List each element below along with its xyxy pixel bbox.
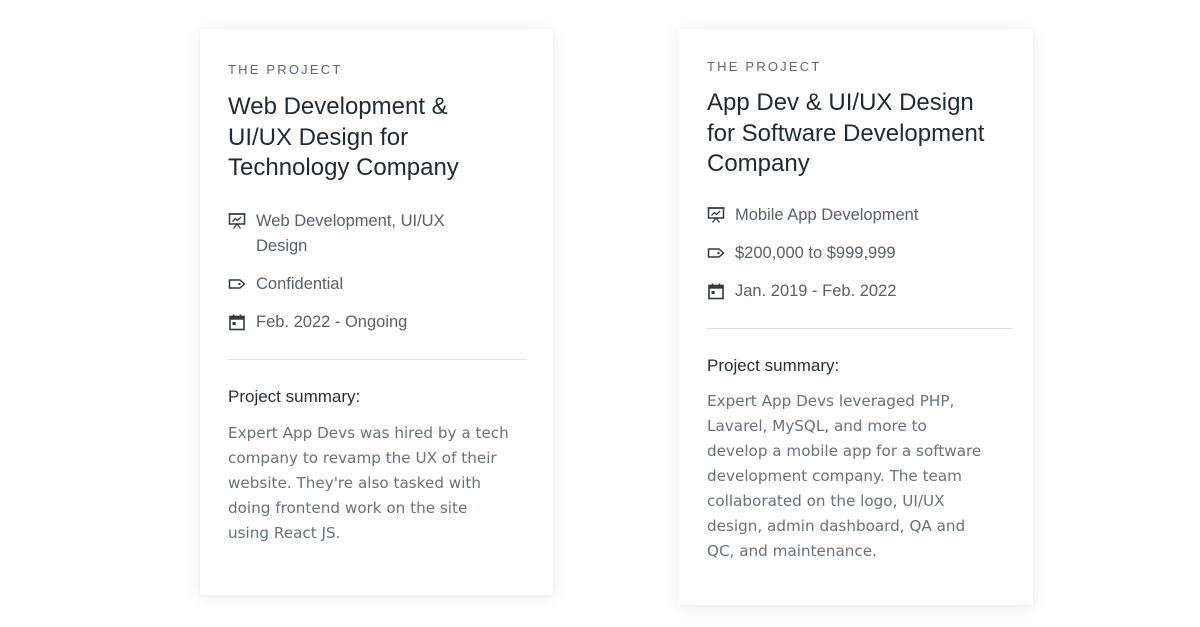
presentation-icon bbox=[228, 212, 246, 229]
card-eyebrow: THE PROJECT bbox=[228, 62, 343, 77]
price-tag-icon bbox=[228, 278, 246, 289]
project-card-web-development: THE PROJECT Web Development & UI/UX Desi… bbox=[200, 29, 553, 595]
card-title: App Dev & UI/UX Design for Software Deve… bbox=[707, 89, 985, 177]
meta-budget-text: Confidential bbox=[256, 274, 344, 293]
summary-label: Project summary: bbox=[228, 386, 361, 406]
meta-dates-text: Jan. 2019 - Feb. 2022 bbox=[735, 281, 897, 300]
meta-services-text: Web Development, UI/UX Design bbox=[256, 211, 445, 255]
price-tag-icon bbox=[707, 247, 725, 258]
project-meta-list: Web Development, UI/UX Design Confidenti… bbox=[228, 209, 527, 335]
card-title: Web Development & UI/UX Design for Techn… bbox=[228, 93, 459, 181]
calendar-icon bbox=[708, 283, 724, 299]
meta-dates: Feb. 2022 - Ongoing bbox=[228, 310, 527, 335]
calendar-icon bbox=[229, 314, 245, 330]
page: THE PROJECT Web Development & UI/UX Desi… bbox=[0, 0, 1200, 627]
meta-dates: Jan. 2019 - Feb. 2022 bbox=[707, 279, 1012, 304]
project-meta-list: Mobile App Development $200,000 to $999,… bbox=[707, 203, 1012, 304]
meta-budget: $200,000 to $999,999 bbox=[707, 241, 1012, 266]
meta-services: Mobile App Development bbox=[707, 203, 1012, 228]
project-card-app-development: THE PROJECT App Dev & UI/UX Design for S… bbox=[678, 29, 1033, 605]
divider bbox=[228, 358, 527, 360]
card-eyebrow: THE PROJECT bbox=[707, 59, 822, 74]
summary-text: Expert App Devs leveraged PHP, Lavarel, … bbox=[707, 391, 982, 560]
divider bbox=[707, 327, 1012, 329]
meta-budget-text: $200,000 to $999,999 bbox=[735, 243, 896, 262]
meta-dates-text: Feb. 2022 - Ongoing bbox=[256, 312, 408, 331]
presentation-icon bbox=[707, 206, 725, 223]
meta-budget: Confidential bbox=[228, 272, 527, 297]
meta-services: Web Development, UI/UX Design bbox=[228, 209, 527, 259]
meta-services-text: Mobile App Development bbox=[735, 205, 919, 224]
summary-text: Expert App Devs was hired by a tech comp… bbox=[228, 423, 509, 542]
summary-label: Project summary: bbox=[707, 355, 840, 375]
